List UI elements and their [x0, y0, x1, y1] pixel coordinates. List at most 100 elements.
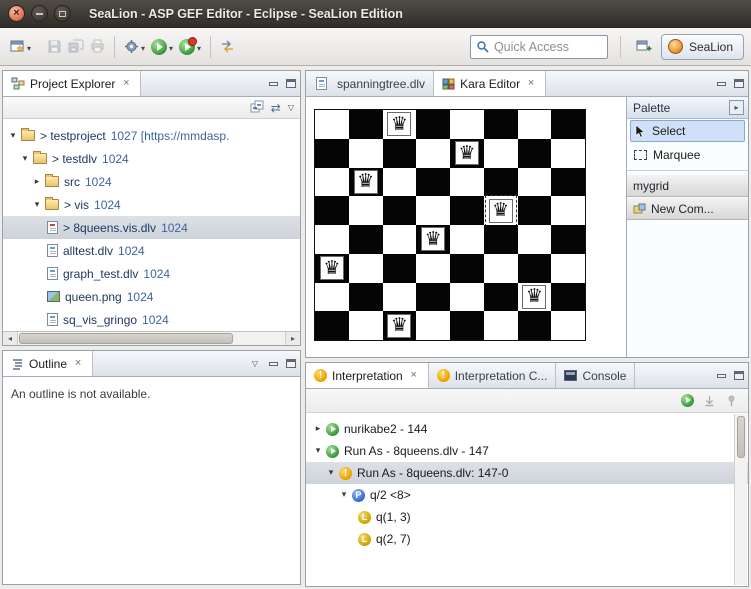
- new-wizard-button[interactable]: [7, 34, 34, 60]
- queen-figure[interactable]: ♛: [421, 227, 446, 252]
- minimize-view-button[interactable]: [264, 75, 282, 93]
- scroll-left-button[interactable]: [3, 332, 18, 345]
- tree-item-graph-test-dlv[interactable]: graph_test.dlv 1024: [3, 262, 300, 285]
- palette-tool-marquee[interactable]: Marquee: [630, 144, 745, 166]
- tab-kara-editor[interactable]: Kara Editor: [434, 71, 547, 96]
- board-cell[interactable]: [517, 167, 552, 197]
- close-tab-icon[interactable]: [72, 358, 84, 369]
- tab-console[interactable]: Console: [556, 363, 636, 388]
- minimize-view-button[interactable]: [712, 367, 730, 385]
- collapse-all-button[interactable]: [250, 100, 264, 116]
- board-cell[interactable]: [450, 282, 484, 312]
- board-cell[interactable]: ♛: [382, 110, 417, 139]
- view-menu-button[interactable]: [288, 103, 294, 112]
- scroll-right-button[interactable]: [285, 332, 300, 345]
- maximize-view-button[interactable]: [282, 355, 300, 373]
- board-cell[interactable]: [416, 110, 450, 139]
- board-cell[interactable]: [517, 311, 552, 340]
- tree-item-testproject[interactable]: > testproject 1027 [https://mmdasp.: [3, 124, 300, 147]
- board-cell[interactable]: [483, 225, 518, 254]
- board-cell[interactable]: [416, 282, 450, 312]
- board-cell[interactable]: [348, 253, 383, 283]
- close-tab-icon[interactable]: [408, 370, 420, 381]
- minimize-view-button[interactable]: [264, 355, 282, 373]
- save-all-button[interactable]: [65, 34, 87, 60]
- board-cell[interactable]: [517, 138, 552, 168]
- board-cell[interactable]: [450, 253, 484, 283]
- board-cell[interactable]: [483, 282, 518, 312]
- maximize-view-button[interactable]: [730, 367, 748, 385]
- board-cell[interactable]: [450, 167, 484, 197]
- board-cell[interactable]: [315, 110, 349, 139]
- open-perspective-button[interactable]: [633, 34, 655, 60]
- board-cell[interactable]: [551, 311, 585, 340]
- board-cell[interactable]: [450, 311, 484, 340]
- collapsed-arrow-icon[interactable]: [31, 177, 43, 187]
- board-cell[interactable]: ♛: [416, 225, 450, 254]
- save-button[interactable]: [44, 34, 65, 60]
- scrollbar-thumb[interactable]: [19, 333, 233, 344]
- window-minimize-button[interactable]: [31, 5, 48, 22]
- expand-arrow-icon[interactable]: [312, 446, 324, 456]
- queen-figure[interactable]: ♛: [522, 284, 547, 309]
- tree-item-vis[interactable]: > vis 1024: [3, 193, 300, 216]
- expand-arrow-icon[interactable]: [19, 154, 31, 164]
- dropdown-arrow-icon[interactable]: [169, 40, 173, 54]
- palette-drawer-mygrid[interactable]: mygrid: [627, 174, 748, 197]
- board-cell[interactable]: [382, 196, 417, 225]
- board-cell[interactable]: [416, 253, 450, 283]
- board-cell[interactable]: [315, 282, 349, 312]
- tree-item-sq-vis-gringo[interactable]: sq_vis_gringo 1024: [3, 308, 300, 331]
- vertical-scrollbar[interactable]: [734, 414, 747, 585]
- board-cell[interactable]: [450, 225, 484, 254]
- tab-interpretation[interactable]: Interpretation: [306, 363, 429, 388]
- board-cell[interactable]: [551, 253, 585, 283]
- board-cell[interactable]: [382, 282, 417, 312]
- tab-interpretation-comparison[interactable]: Interpretation C...: [429, 363, 557, 388]
- queen-figure-selected[interactable]: ♛: [484, 194, 517, 227]
- board-cell[interactable]: ♛: [450, 138, 484, 168]
- dropdown-arrow-icon[interactable]: [141, 40, 145, 54]
- board-cell[interactable]: [483, 138, 518, 168]
- tree-item-nurikabe2[interactable]: nurikabe2 - 144: [306, 418, 748, 440]
- board-cell[interactable]: [416, 196, 450, 225]
- editor-canvas[interactable]: ♛ ♛ ♛ ♛ ♛ ♛ ♛ ♛: [306, 97, 626, 357]
- maximize-view-button[interactable]: [282, 75, 300, 93]
- tree-item-literal-q13[interactable]: q(1, 3): [306, 506, 748, 528]
- palette-collapse-button[interactable]: [729, 100, 744, 115]
- board-cell[interactable]: [450, 110, 484, 139]
- tree-item-8queens-vis-dlv[interactable]: > 8queens.vis.dlv 1024: [3, 216, 300, 239]
- board-cell[interactable]: [517, 196, 552, 225]
- board-cell[interactable]: [551, 225, 585, 254]
- palette-header[interactable]: Palette: [627, 97, 748, 119]
- board-cell[interactable]: [315, 138, 349, 168]
- queen-figure[interactable]: ♛: [387, 313, 412, 338]
- link-with-editor-button[interactable]: [271, 102, 281, 114]
- board-cell[interactable]: [551, 196, 585, 225]
- dropdown-arrow-icon[interactable]: [27, 40, 31, 54]
- window-maximize-button[interactable]: [54, 5, 71, 22]
- board-cell[interactable]: [348, 282, 383, 312]
- board-cell[interactable]: [382, 167, 417, 197]
- run-button[interactable]: [148, 34, 176, 60]
- board-cell[interactable]: ♛: [517, 282, 552, 312]
- solver-config-button[interactable]: [121, 34, 148, 60]
- tab-spanningtree-dlv[interactable]: spanningtree.dlv: [306, 71, 435, 96]
- pin-button[interactable]: [725, 394, 738, 407]
- board-cell[interactable]: [551, 167, 585, 197]
- palette-tool-select[interactable]: Select: [630, 120, 745, 142]
- quick-access-box[interactable]: Quick Access: [469, 34, 608, 59]
- board-cell[interactable]: [416, 167, 450, 197]
- palette-drawer-new-component[interactable]: New Com...: [627, 197, 748, 220]
- board-cell[interactable]: [382, 138, 417, 168]
- close-tab-icon[interactable]: [525, 78, 537, 89]
- view-menu-button[interactable]: [246, 355, 264, 373]
- board-cell[interactable]: [517, 225, 552, 254]
- board-cell[interactable]: [483, 167, 518, 197]
- tree-item-src[interactable]: src 1024: [3, 170, 300, 193]
- close-tab-icon[interactable]: [120, 78, 132, 89]
- board-cell[interactable]: [348, 110, 383, 139]
- print-button[interactable]: [87, 34, 108, 60]
- board-cell[interactable]: [315, 311, 349, 340]
- run-visualize-button[interactable]: [176, 34, 204, 60]
